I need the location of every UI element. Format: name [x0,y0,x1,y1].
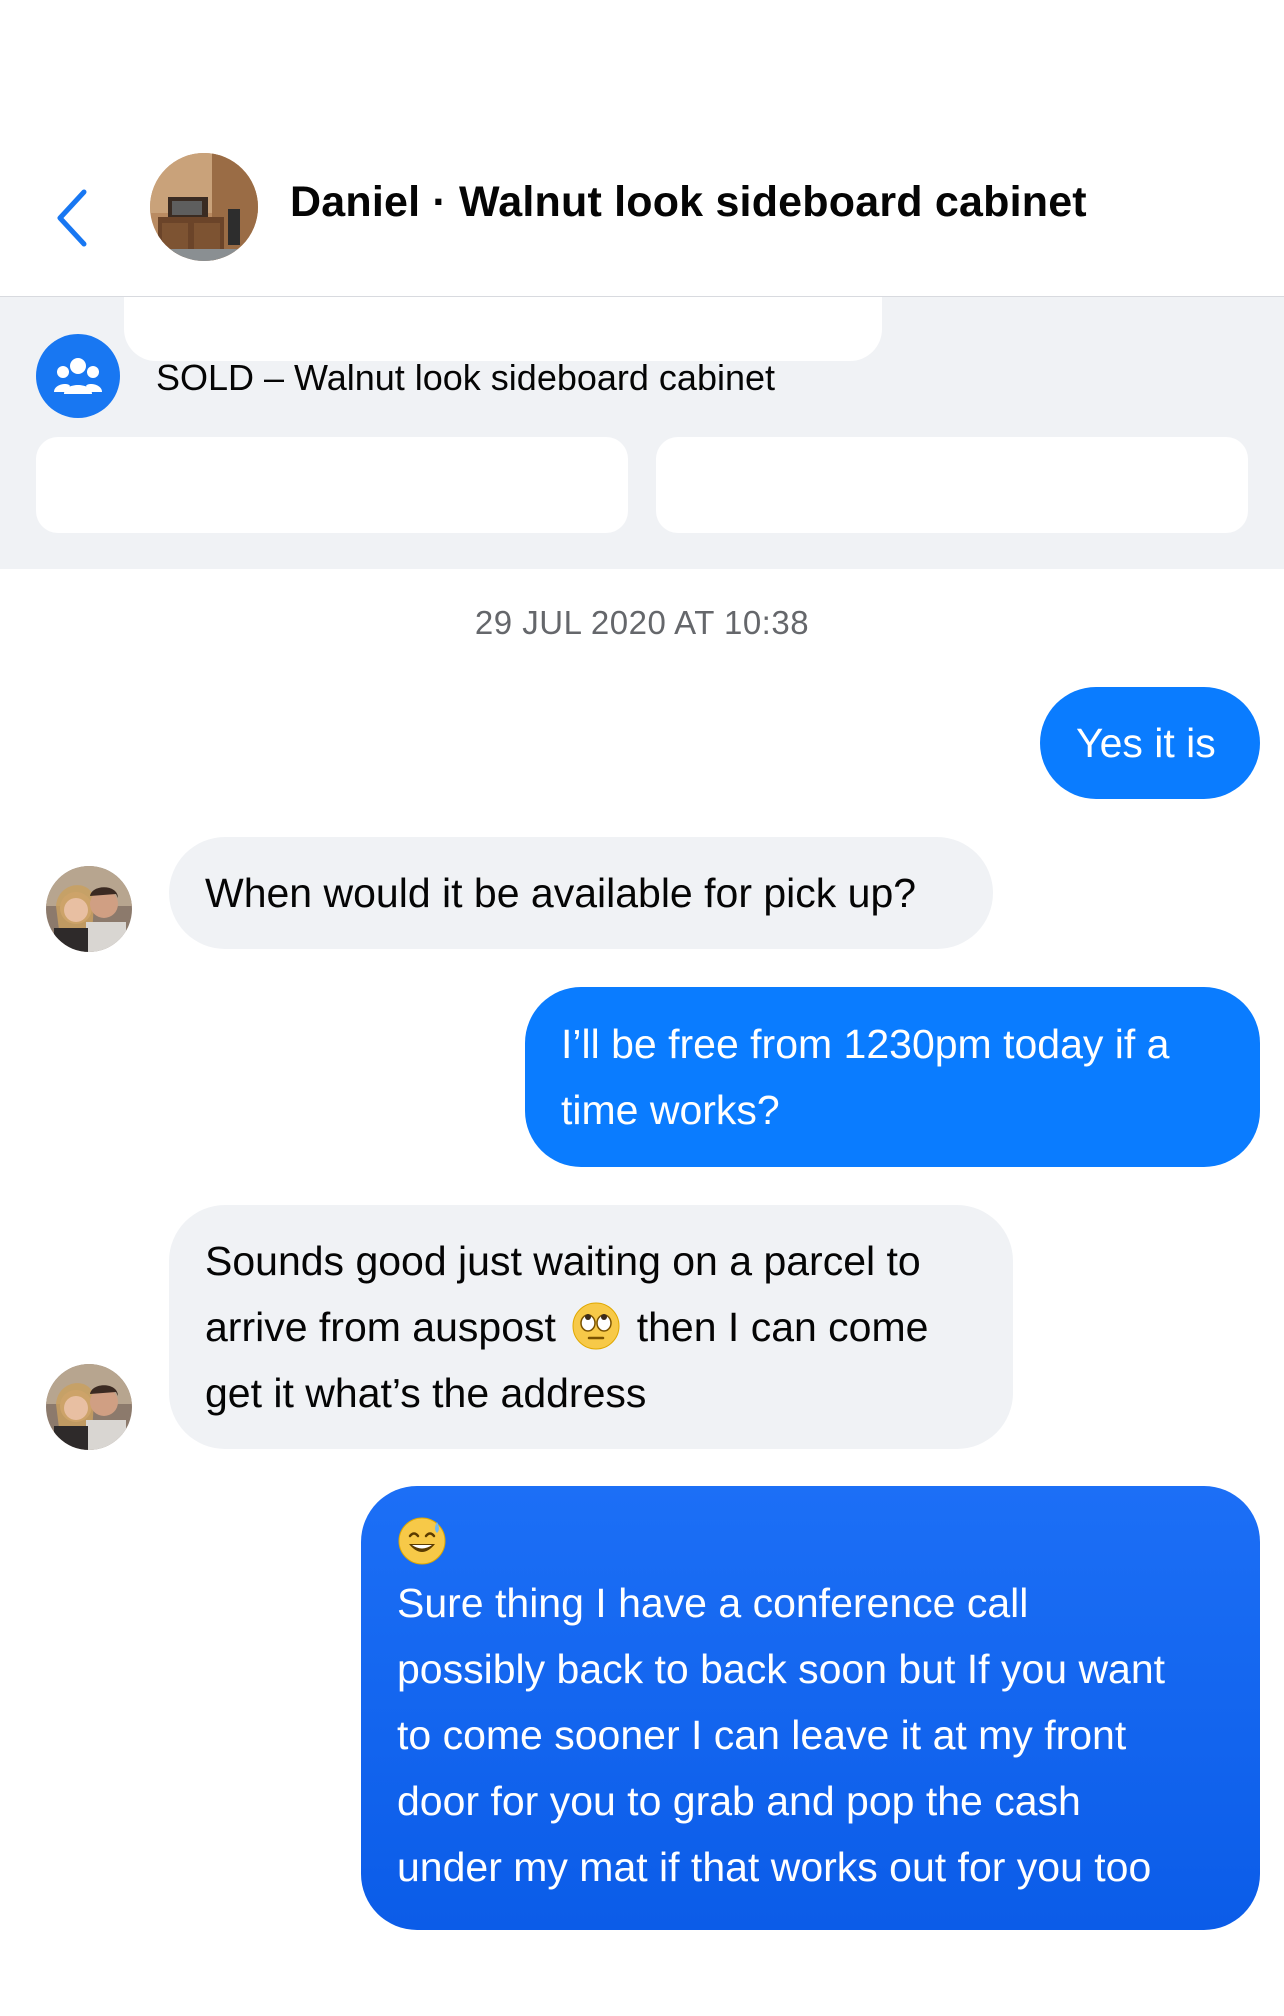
listing-action-button-2[interactable] [656,437,1248,533]
message-text-line: arrive from auspost then I can come [205,1294,977,1360]
grinning-sweat-emoji [398,1517,446,1565]
message-text: Sure thing I have a conference call [397,1580,1029,1626]
message-text: possibly back to back soon but If you wa… [397,1646,1166,1692]
eye-roll-emoji [572,1302,620,1350]
message-text: to come sooner I can leave it at my fron… [397,1712,1127,1758]
redacted-area [124,297,882,361]
message-timestamp: 29 JUL 2020 AT 10:38 [474,604,810,641]
group-icon [36,334,120,418]
message-bubble-incoming[interactable]: Sounds good just waiting on a parcel to … [169,1205,1013,1449]
sender-avatar[interactable] [46,1364,132,1450]
listing-thumbnail[interactable] [150,153,258,261]
message-text: When would it be available for pick up? [205,870,917,916]
message-text: under my mat if that works out for you t… [397,1844,1152,1890]
chevron-left-icon [57,189,87,247]
back-button[interactable] [44,180,100,256]
listing-status-text[interactable]: SOLD – Walnut look sideboard cabinet [156,357,775,399]
listing-banner: SOLD – Walnut look sideboard cabinet [0,297,1284,569]
message-bubble-incoming[interactable]: When would it be available for pick up? [169,837,993,949]
message-text: I’ll be free from 1230pm today if a [561,1021,1170,1067]
conversation-title[interactable]: Daniel · Walnut look sideboard cabinet [290,178,1087,227]
message-bubble-outgoing[interactable]: Sure thing I have a conference call poss… [361,1486,1260,1930]
message-text: Sounds good just waiting on a parcel to [205,1238,921,1284]
message-text: time works? [561,1087,780,1133]
message-text: Yes it is [1076,720,1216,766]
message-text: then I can come [636,1304,929,1350]
message-bubble-outgoing[interactable]: Yes it is [1040,687,1260,799]
sender-avatar[interactable] [46,866,132,952]
message-text: get it what’s the address [205,1370,647,1416]
message-text: door for you to grab and pop the cash [397,1778,1081,1824]
message-bubble-outgoing[interactable]: I’ll be free from 1230pm today if a time… [525,987,1260,1167]
message-text: arrive from auspost [205,1304,556,1350]
listing-action-button-1[interactable] [36,437,628,533]
conversation-header: Daniel · Walnut look sideboard cabinet [0,0,1284,297]
